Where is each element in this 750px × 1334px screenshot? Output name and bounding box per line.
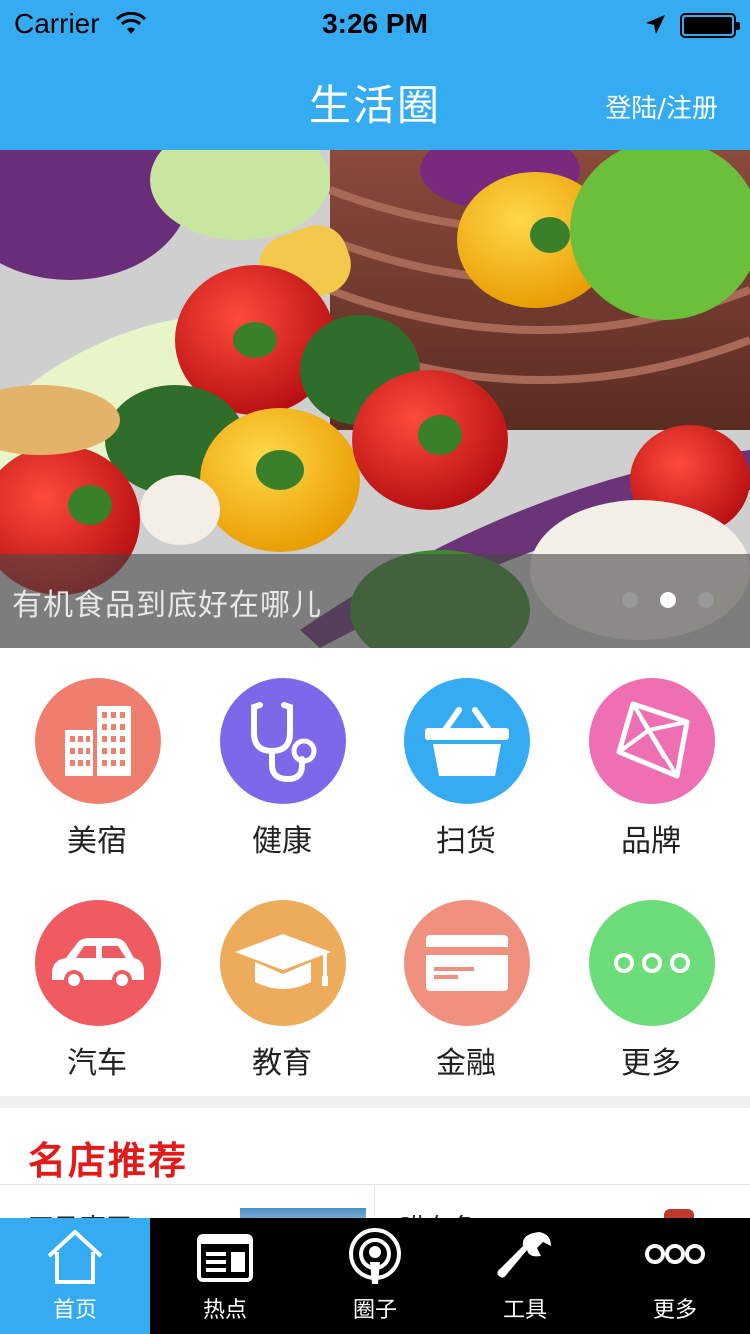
category-label: 汽车 [67, 1046, 127, 1081]
category-brand[interactable]: 品牌 [557, 648, 745, 872]
category-label: 更多 [621, 1046, 681, 1081]
graduation-cap-icon [220, 900, 346, 1026]
tab-bar: 首页 热点 圈子 工具 更多 [0, 1218, 750, 1334]
tab-more[interactable]: 更多 [600, 1218, 750, 1334]
category-health[interactable]: 健康 [188, 648, 376, 872]
tab-home[interactable]: 首页 [0, 1218, 150, 1334]
battery-icon [680, 13, 740, 38]
page-indicator[interactable] [622, 592, 714, 608]
card-icon [404, 900, 530, 1026]
category-education[interactable]: 教育 [188, 870, 376, 1094]
category-meisu[interactable]: 美宿 [3, 648, 191, 872]
category-label: 金融 [436, 1046, 496, 1081]
tab-label: 更多 [652, 1298, 697, 1323]
more-dots-icon [645, 1244, 705, 1264]
diamond-icon [589, 678, 715, 804]
tab-label: 热点 [202, 1298, 247, 1323]
recommend-section: 名店推荐 四马事王 喵有鱼 [0, 1108, 750, 1244]
status-time: 3:26 PM [322, 8, 428, 39]
buildings-icon [35, 678, 161, 804]
category-more[interactable]: 更多 [557, 870, 745, 1094]
page-dot[interactable] [622, 592, 638, 608]
page-dot[interactable] [698, 592, 714, 608]
tab-circle[interactable]: 圈子 [300, 1218, 450, 1334]
navigation-bar: Carrier 3:26 PM 生活圈 登陆/注册 [0, 0, 750, 150]
news-icon [197, 1234, 253, 1282]
basket-icon [404, 678, 530, 804]
category-grid: 美宿 健康 扫货 品牌 汽车 教育 金融 更多 [0, 648, 750, 1096]
tab-label: 圈子 [352, 1298, 397, 1323]
category-shopping[interactable]: 扫货 [372, 648, 560, 872]
category-label: 扫货 [436, 824, 496, 859]
page-dot-active[interactable] [660, 592, 676, 608]
divider [0, 1184, 750, 1185]
home-icon [47, 1230, 103, 1284]
tab-label: 工具 [502, 1298, 547, 1323]
section-title: 名店推荐 [28, 1139, 189, 1183]
stethoscope-icon [220, 678, 346, 804]
banner-caption: 有机食品到底好在哪儿 [12, 588, 322, 623]
banner-caption-bar: 有机食品到底好在哪儿 [0, 554, 750, 648]
banner-carousel[interactable]: 有机食品到底好在哪儿 [0, 150, 750, 648]
category-car[interactable]: 汽车 [3, 870, 191, 1094]
location-arrow-icon [646, 15, 665, 34]
car-icon [35, 900, 161, 1026]
category-label: 美宿 [67, 824, 127, 859]
login-register-link[interactable]: 登陆/注册 [605, 88, 718, 125]
category-finance[interactable]: 金融 [372, 870, 560, 1094]
tab-tools[interactable]: 工具 [450, 1218, 600, 1334]
category-label: 教育 [252, 1046, 312, 1081]
wrench-icon [497, 1232, 551, 1278]
status-bar: Carrier 3:26 PM [0, 0, 750, 50]
tab-hot[interactable]: 热点 [150, 1218, 300, 1334]
more-dots-icon [589, 900, 715, 1026]
category-label: 健康 [252, 824, 312, 859]
podcast-icon [349, 1228, 401, 1284]
tab-label: 首页 [52, 1298, 97, 1323]
category-label: 品牌 [621, 824, 681, 859]
